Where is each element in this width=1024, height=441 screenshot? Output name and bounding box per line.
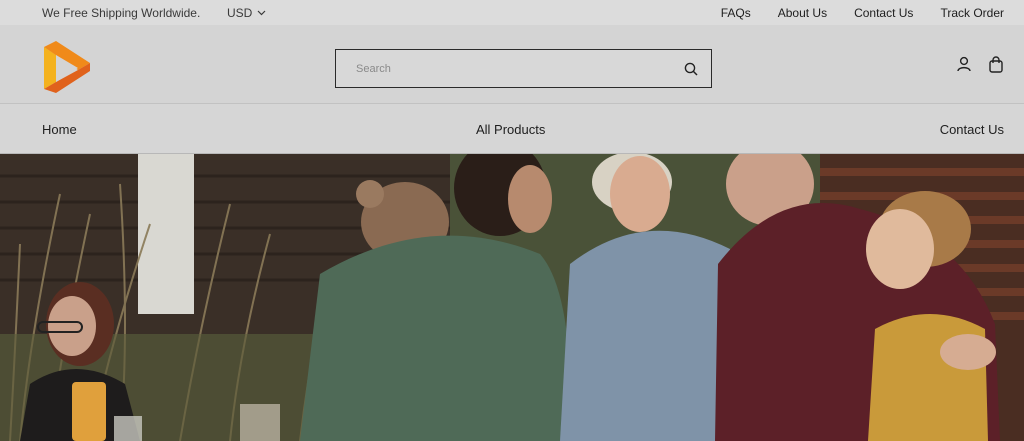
contact-us-top-link[interactable]: Contact Us xyxy=(854,6,913,20)
play-logo-icon xyxy=(44,41,90,93)
hero-banner-image[interactable] xyxy=(0,154,1024,441)
search-box xyxy=(335,49,712,88)
nav-all-products[interactable]: All Products xyxy=(476,122,545,137)
currency-selector[interactable]: USD xyxy=(227,6,266,20)
top-announcement-bar: We Free Shipping Worldwide. USD FAQs Abo… xyxy=(0,0,1024,25)
chevron-down-icon xyxy=(257,10,266,16)
about-us-link[interactable]: About Us xyxy=(778,6,827,20)
top-links: FAQs About Us Contact Us Track Order xyxy=(721,6,1004,20)
nav-contact-us[interactable]: Contact Us xyxy=(940,122,1004,137)
cart-bag-icon[interactable] xyxy=(988,55,1004,73)
brand-logo[interactable] xyxy=(42,41,92,95)
nav-home[interactable]: Home xyxy=(42,122,77,137)
site-header xyxy=(0,25,1024,104)
main-navigation: Home All Products Contact Us xyxy=(0,104,1024,154)
header-icons xyxy=(956,55,1004,73)
hero-photo xyxy=(0,154,1024,441)
track-order-link[interactable]: Track Order xyxy=(940,6,1004,20)
faqs-link[interactable]: FAQs xyxy=(721,6,751,20)
search-icon[interactable] xyxy=(671,50,711,87)
currency-label: USD xyxy=(227,6,253,20)
account-icon[interactable] xyxy=(956,55,972,73)
shipping-notice: We Free Shipping Worldwide. xyxy=(42,6,201,20)
search-input[interactable] xyxy=(336,50,671,87)
